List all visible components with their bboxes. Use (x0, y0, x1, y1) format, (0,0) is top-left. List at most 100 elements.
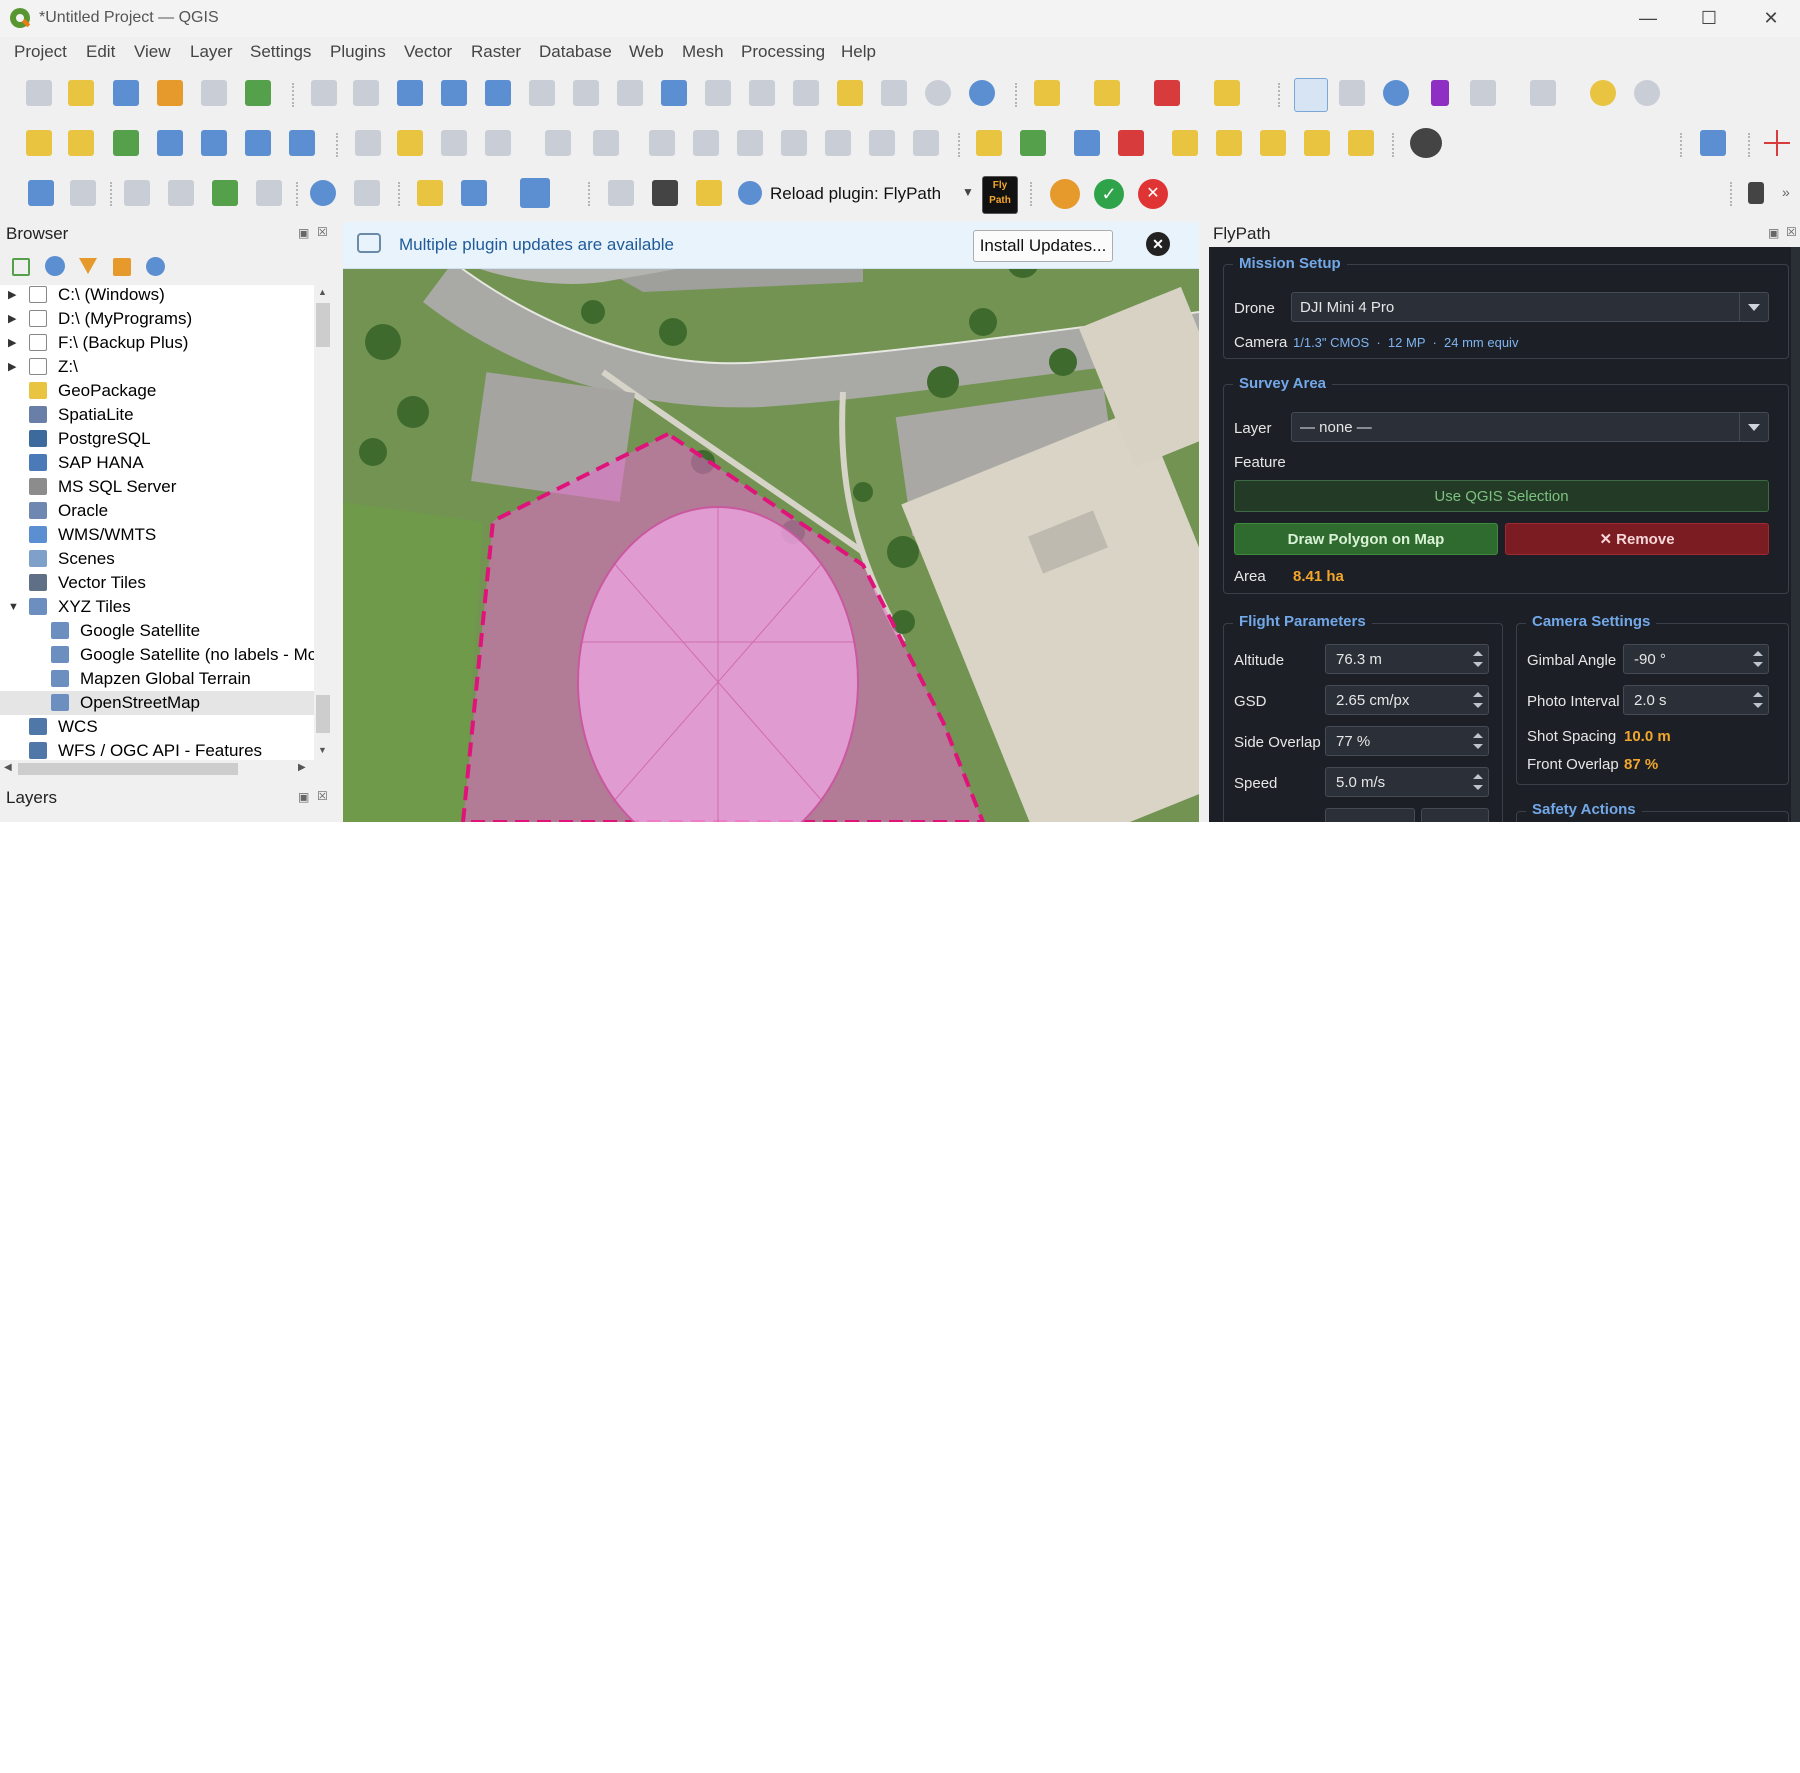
browser-item[interactable]: GeoPackage (0, 379, 314, 403)
save-project-icon[interactable] (113, 80, 139, 106)
browser-item[interactable]: SAP HANA (0, 451, 314, 475)
zoom-in-icon[interactable] (397, 80, 423, 106)
open-project-icon[interactable] (68, 80, 94, 106)
deselect-features-icon[interactable] (1154, 80, 1180, 106)
toolbar-grip[interactable] (958, 133, 962, 157)
properties-info-icon[interactable] (146, 257, 165, 276)
save-layer-edits-icon[interactable] (441, 130, 467, 156)
photo-interval-spinbox[interactable]: 2.0 s (1623, 685, 1769, 715)
temporal-controller-icon[interactable] (925, 80, 951, 106)
add-delimited-text-icon[interactable] (201, 130, 227, 156)
redo-icon[interactable] (913, 130, 939, 156)
menu-raster[interactable]: Raster (471, 42, 521, 62)
data-source-manager-icon[interactable] (26, 130, 52, 156)
filter-icon[interactable] (79, 258, 97, 274)
paste-features-icon[interactable] (825, 130, 851, 156)
spin-arrows-icon[interactable] (1748, 645, 1768, 673)
toolbar-grip[interactable] (1030, 182, 1034, 206)
style-manager-icon[interactable] (245, 80, 271, 106)
spin-arrows-icon[interactable] (1468, 768, 1488, 796)
collapsed-arrow-icon[interactable]: ▶ (8, 355, 16, 379)
draw-polygon-button[interactable]: Draw Polygon on Map (1234, 523, 1498, 555)
drone-select[interactable]: DJI Mini 4 Pro (1291, 292, 1769, 322)
browser-item[interactable]: WCS (0, 715, 314, 739)
toolbar-grip[interactable] (1680, 133, 1684, 157)
refresh-icon[interactable] (969, 80, 995, 106)
browser-item[interactable]: ▶ Z:\ (0, 355, 314, 379)
browser-item[interactable]: ▼ XYZ Tiles (0, 595, 314, 619)
scrollbar-thumb-lower[interactable] (316, 695, 330, 733)
browser-item[interactable]: SpatiaLite (0, 403, 314, 427)
vertex-tool-icon[interactable] (593, 130, 619, 156)
collapsed-arrow-icon[interactable]: ▶ (8, 285, 16, 307)
new-print-layout-icon[interactable] (157, 80, 183, 106)
add-vector-layer-icon[interactable] (113, 130, 139, 156)
toggle-editing-icon[interactable] (397, 130, 423, 156)
annotation-icon[interactable] (1590, 80, 1616, 106)
install-updates-button[interactable]: Install Updates... (973, 230, 1113, 262)
browser-item[interactable]: PostgreSQL (0, 427, 314, 451)
menu-mesh[interactable]: Mesh (682, 42, 724, 62)
chevron-down-icon[interactable] (1739, 293, 1768, 321)
browser-item[interactable]: Google Satellite (no labels - Mc (0, 643, 314, 667)
flypath-scrollbar[interactable] (1791, 247, 1800, 822)
reload-plugin-label[interactable]: Reload plugin: FlyPath (770, 184, 941, 204)
float-panel-icon[interactable]: ▣ (1768, 226, 1779, 240)
info-icon[interactable] (310, 180, 336, 206)
menu-vector[interactable]: Vector (404, 42, 452, 62)
maximize-icon[interactable]: ☐ (1686, 4, 1732, 32)
diagram-icon[interactable] (1020, 130, 1046, 156)
toolbar-grip[interactable] (110, 182, 114, 206)
toolbar-grip[interactable] (1392, 133, 1396, 157)
pan-map-icon[interactable] (311, 80, 337, 106)
browser-item[interactable]: Google Satellite (0, 619, 314, 643)
crosshair-icon[interactable] (1764, 130, 1790, 156)
spin-arrows-icon[interactable] (1748, 686, 1768, 714)
zoom-to-selection-icon[interactable] (529, 80, 555, 106)
browser-item[interactable]: ▶ F:\ (Backup Plus) (0, 331, 314, 355)
quickmapservices-icon[interactable] (1410, 128, 1442, 158)
measure-line-icon[interactable] (1470, 80, 1496, 106)
menu-database[interactable]: Database (539, 42, 612, 62)
chevron-down-icon[interactable] (1739, 413, 1768, 441)
add-raster-icon[interactable] (245, 130, 271, 156)
menu-settings[interactable]: Settings (250, 42, 311, 62)
expanded-arrow-icon[interactable]: ▼ (8, 595, 19, 619)
close-message-icon[interactable]: ✕ (1146, 232, 1170, 256)
processing-toolbox-icon[interactable] (1383, 80, 1409, 106)
minimize-icon[interactable]: — (1625, 4, 1671, 32)
scroll-right-icon[interactable]: ▶ (298, 762, 306, 773)
label-toolbar-icon[interactable] (976, 130, 1002, 156)
toolbar-grip[interactable] (1730, 182, 1734, 206)
layer-select[interactable]: — none — (1291, 412, 1769, 442)
float-panel-icon[interactable]: ▣ (298, 790, 309, 804)
browser-item[interactable]: ▶ C:\ (Windows) (0, 285, 314, 307)
add-virtual-layer-icon[interactable] (289, 130, 315, 156)
collapse-all-icon[interactable] (113, 258, 131, 276)
gimbal-angle-spinbox[interactable]: -90 ° (1623, 644, 1769, 674)
plugin-tools-icon[interactable] (354, 180, 380, 206)
browser-item[interactable]: MS SQL Server (0, 475, 314, 499)
pan-to-selection-icon[interactable] (353, 80, 379, 106)
use-qgis-selection-button[interactable]: Use QGIS Selection (1234, 480, 1769, 512)
profile-tool-icon[interactable] (461, 180, 487, 206)
scroll-left-icon[interactable]: ◀ (4, 762, 12, 773)
spin-arrows-icon[interactable] (1468, 727, 1488, 755)
menu-help[interactable]: Help (841, 42, 876, 62)
chevron-down-icon[interactable]: ▼ (962, 185, 974, 199)
map-canvas[interactable] (343, 222, 1199, 822)
new-map-view-icon[interactable] (749, 80, 775, 106)
zoom-full-icon[interactable] (485, 80, 511, 106)
toolbar-grip[interactable] (336, 133, 340, 157)
reload-icon[interactable] (738, 181, 762, 205)
toolbar-grip[interactable] (1748, 133, 1752, 157)
undo-icon[interactable] (869, 130, 895, 156)
georeferencer-icon[interactable] (124, 180, 150, 206)
highlight-pinned-labels-icon[interactable] (1118, 130, 1144, 156)
whats-this-icon[interactable] (1700, 130, 1726, 156)
modify-attributes-icon[interactable] (649, 130, 675, 156)
locator-icon[interactable] (1634, 80, 1660, 106)
browser-horizontal-scrollbar[interactable]: ◀ ▶ (0, 760, 314, 778)
identify-features-icon[interactable] (1294, 78, 1328, 112)
change-label-icon[interactable] (1348, 130, 1374, 156)
